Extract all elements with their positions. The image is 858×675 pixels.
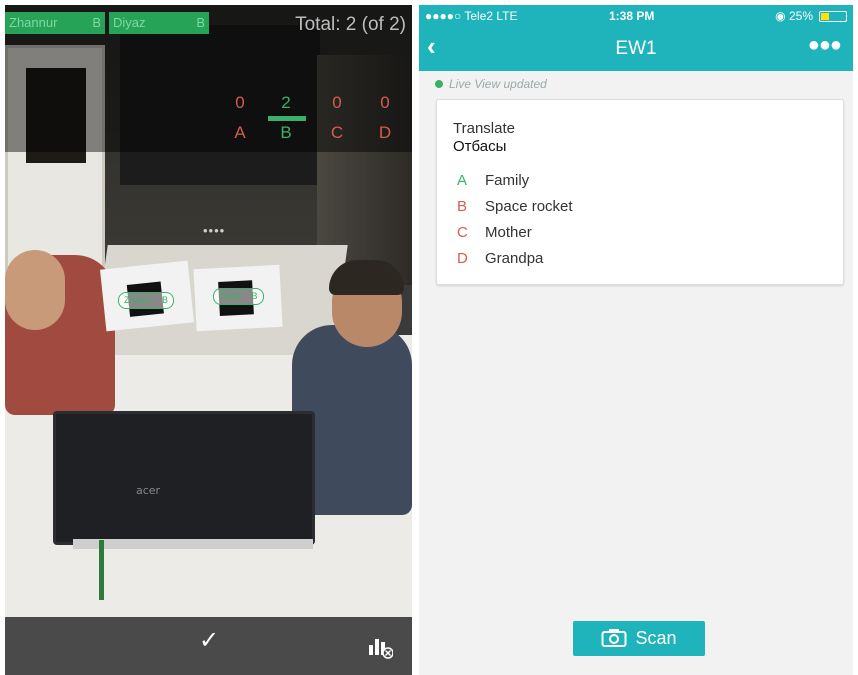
option-letter: C bbox=[457, 224, 468, 241]
answer-count-c: 0C bbox=[330, 93, 344, 142]
answer-b-bar bbox=[268, 116, 306, 121]
card-label-name: Diyaz bbox=[219, 291, 242, 301]
laptop-brand: acer bbox=[136, 484, 161, 497]
answer-count-a: 0A bbox=[234, 93, 246, 142]
camera-view: acer Zhannur B Diyaz B Total: 2 (of 2) 0… bbox=[5, 5, 412, 675]
answer-count-d: 0D bbox=[378, 93, 392, 142]
status-bar: ●●●●○ Tele2 LTE 1:38 PM ◉ 25% bbox=[419, 5, 853, 27]
student-chip[interactable]: Zhannur B bbox=[5, 12, 105, 34]
option-text: Space rocket bbox=[485, 198, 573, 215]
student-answer: B bbox=[196, 15, 205, 30]
phone-screen: ●●●●○ Tele2 LTE 1:38 PM ◉ 25% ‹ EW1 ●●● … bbox=[419, 5, 853, 675]
student-name: Diyaz bbox=[113, 15, 146, 30]
page-title: EW1 bbox=[615, 38, 657, 59]
battery-icon bbox=[819, 11, 847, 22]
scan-label: Scan bbox=[635, 628, 677, 648]
laptop-base bbox=[73, 539, 313, 549]
student-chip[interactable]: Diyaz B bbox=[109, 12, 209, 34]
total-count: Total: 2 (of 2) bbox=[295, 14, 406, 35]
loading-dots: •••• bbox=[203, 223, 226, 238]
clock-text: 1:38 PM bbox=[609, 9, 655, 23]
card-label-name: Zhann... bbox=[124, 295, 158, 305]
card-label: Zhann... B bbox=[118, 292, 175, 309]
carrier-text: ●●●●○ Tele2 LTE bbox=[425, 9, 518, 23]
student-name: Zhannur bbox=[9, 15, 58, 30]
option-text: Mother bbox=[485, 224, 532, 241]
option-c: C Mother bbox=[457, 224, 532, 241]
card-label-answer: B bbox=[162, 295, 169, 305]
option-letter: B bbox=[457, 198, 468, 215]
question-text: Отбасы bbox=[453, 138, 507, 155]
pen bbox=[99, 540, 104, 600]
scan-button[interactable]: Scan bbox=[573, 621, 705, 656]
option-a: A Family bbox=[457, 172, 529, 189]
option-text: Grandpa bbox=[485, 250, 544, 267]
checkmark-icon[interactable]: ✓ bbox=[199, 626, 219, 655]
bar-chart-close-icon[interactable] bbox=[367, 633, 393, 659]
option-text: Family bbox=[485, 172, 530, 189]
ellipsis-icon[interactable]: ●●● bbox=[808, 34, 842, 57]
student-boy-hair bbox=[329, 260, 404, 295]
question-type: Translate bbox=[453, 120, 515, 137]
card-label: Diyaz B bbox=[213, 288, 264, 305]
question-card: Translate Отбасы A Family B Space rocket C… bbox=[436, 99, 844, 285]
card-label-answer: B bbox=[251, 291, 258, 301]
option-d: D Grandpa bbox=[457, 250, 543, 267]
live-status-text: Live View updated bbox=[449, 77, 547, 91]
student-girl-head bbox=[5, 250, 65, 330]
battery-text: ◉ 25% bbox=[775, 9, 813, 23]
option-letter: A bbox=[457, 172, 468, 189]
laptop: acer bbox=[53, 411, 315, 545]
nav-bar: ‹ EW1 ●●● bbox=[419, 27, 853, 71]
live-status: Live View updated bbox=[435, 77, 547, 91]
option-b: B Space rocket bbox=[457, 198, 573, 215]
answer-distribution: 0A 2B 0C 0D bbox=[225, 93, 405, 153]
student-answer: B bbox=[92, 15, 101, 30]
live-dot-icon bbox=[435, 80, 443, 88]
option-letter: D bbox=[457, 250, 468, 267]
camera-icon bbox=[601, 629, 627, 647]
